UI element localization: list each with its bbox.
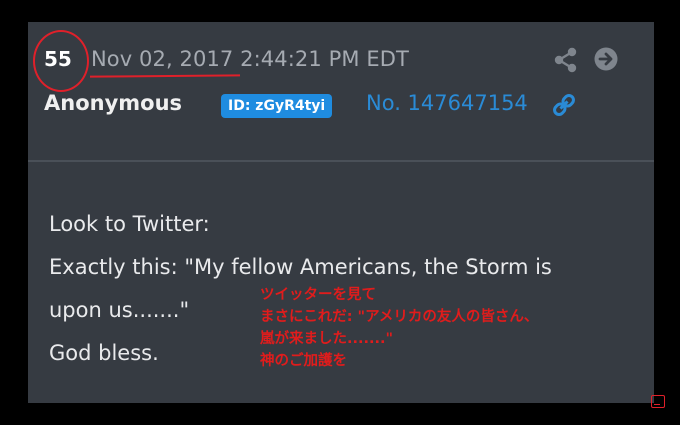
screen-icon[interactable] <box>651 395 665 408</box>
post-card: 55 Nov 02, 2017 2:44:21 PM EDT Anonymous… <box>28 22 654 403</box>
body-line: Exactly this: "My fellow Americans, the … <box>49 255 552 279</box>
japanese-translation-annotation: ツイッターを見て まさにこれだ: "アメリカの友人の皆さん、 嵐が来ました...… <box>260 284 538 372</box>
share-icon[interactable] <box>553 47 579 77</box>
author-name: Anonymous <box>44 91 183 115</box>
annotation-line: まさにこれだ: "アメリカの友人の皆さん、 <box>260 309 539 325</box>
red-underline-annotation <box>89 74 241 78</box>
post-number-link[interactable]: No. 147647154 <box>366 91 528 115</box>
annotation-line: 嵐が来ました......." <box>260 331 394 347</box>
annotation-line: 神のご加護を <box>260 353 347 369</box>
post-header: 55 Nov 02, 2017 2:44:21 PM EDT Anonymous… <box>28 22 654 162</box>
post-number: 55 <box>44 47 72 71</box>
arrow-right-circle-icon[interactable] <box>594 47 618 75</box>
annotation-line: ツイッターを見て <box>260 287 376 303</box>
link-icon[interactable] <box>551 92 577 122</box>
post-date: Nov 02, 2017 2:44:21 PM EDT <box>91 47 409 71</box>
poster-id-badge[interactable]: ID: zGyR4tyi <box>221 94 333 118</box>
body-line: Look to Twitter: <box>49 212 210 236</box>
